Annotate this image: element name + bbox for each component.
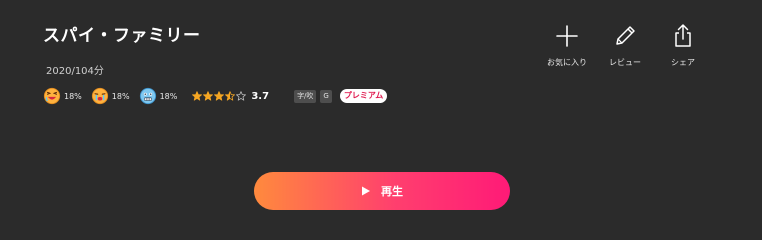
- subtitle-dub-tag: 字/吹: [294, 89, 317, 103]
- review-label: レビュー: [609, 58, 641, 67]
- premium-badge: プレミアム: [339, 89, 388, 103]
- share-button[interactable]: シェア: [654, 22, 712, 68]
- shocked-face-icon: [139, 87, 156, 105]
- release-info: 2020/104分: [46, 66, 104, 77]
- tag-row: 字/吹 G プレミアム: [294, 89, 388, 103]
- share-label: シェア: [671, 58, 695, 67]
- star-full-icon: [214, 91, 225, 101]
- reaction-percent: 18%: [64, 91, 82, 101]
- reaction-laughing[interactable]: 18%: [43, 87, 82, 105]
- action-bar: お気に入り レビュー シェア: [538, 22, 712, 68]
- pencil-icon: [616, 26, 635, 45]
- share-icon: [675, 24, 691, 47]
- reaction-shocked[interactable]: 18%: [139, 87, 178, 105]
- reaction-percent: 18%: [159, 91, 178, 101]
- favorite-button[interactable]: お気に入り: [538, 22, 596, 68]
- play-label: 再生: [381, 185, 403, 198]
- reaction-percent: 18%: [111, 91, 130, 101]
- reaction-row: 18% 18% 18% 3.7 字/吹 G プレミアム: [43, 86, 388, 106]
- crying-face-icon: [91, 87, 108, 105]
- star-full-icon: [203, 91, 214, 101]
- plus-icon: [556, 25, 578, 47]
- reaction-crying[interactable]: 18%: [91, 87, 130, 105]
- age-rating-tag: G: [320, 89, 332, 103]
- favorite-label: お気に入り: [547, 58, 587, 67]
- laughing-face-icon: [43, 87, 61, 105]
- play-icon: [362, 186, 370, 196]
- page-title: スパイ・ファミリー: [43, 26, 201, 46]
- title-detail-panel: スパイ・ファミリー 2020/104分 18% 18% 18% 3.7 字/吹 …: [0, 0, 762, 219]
- play-button[interactable]: 再生: [254, 172, 510, 210]
- star-half-icon: [225, 91, 236, 101]
- rating-score: 3.7: [251, 90, 270, 102]
- review-button[interactable]: レビュー: [596, 22, 654, 68]
- star-full-icon: [192, 91, 203, 101]
- star-rating: 3.7: [192, 91, 269, 102]
- stars-row: [192, 91, 247, 101]
- star-empty-icon: [236, 91, 247, 101]
